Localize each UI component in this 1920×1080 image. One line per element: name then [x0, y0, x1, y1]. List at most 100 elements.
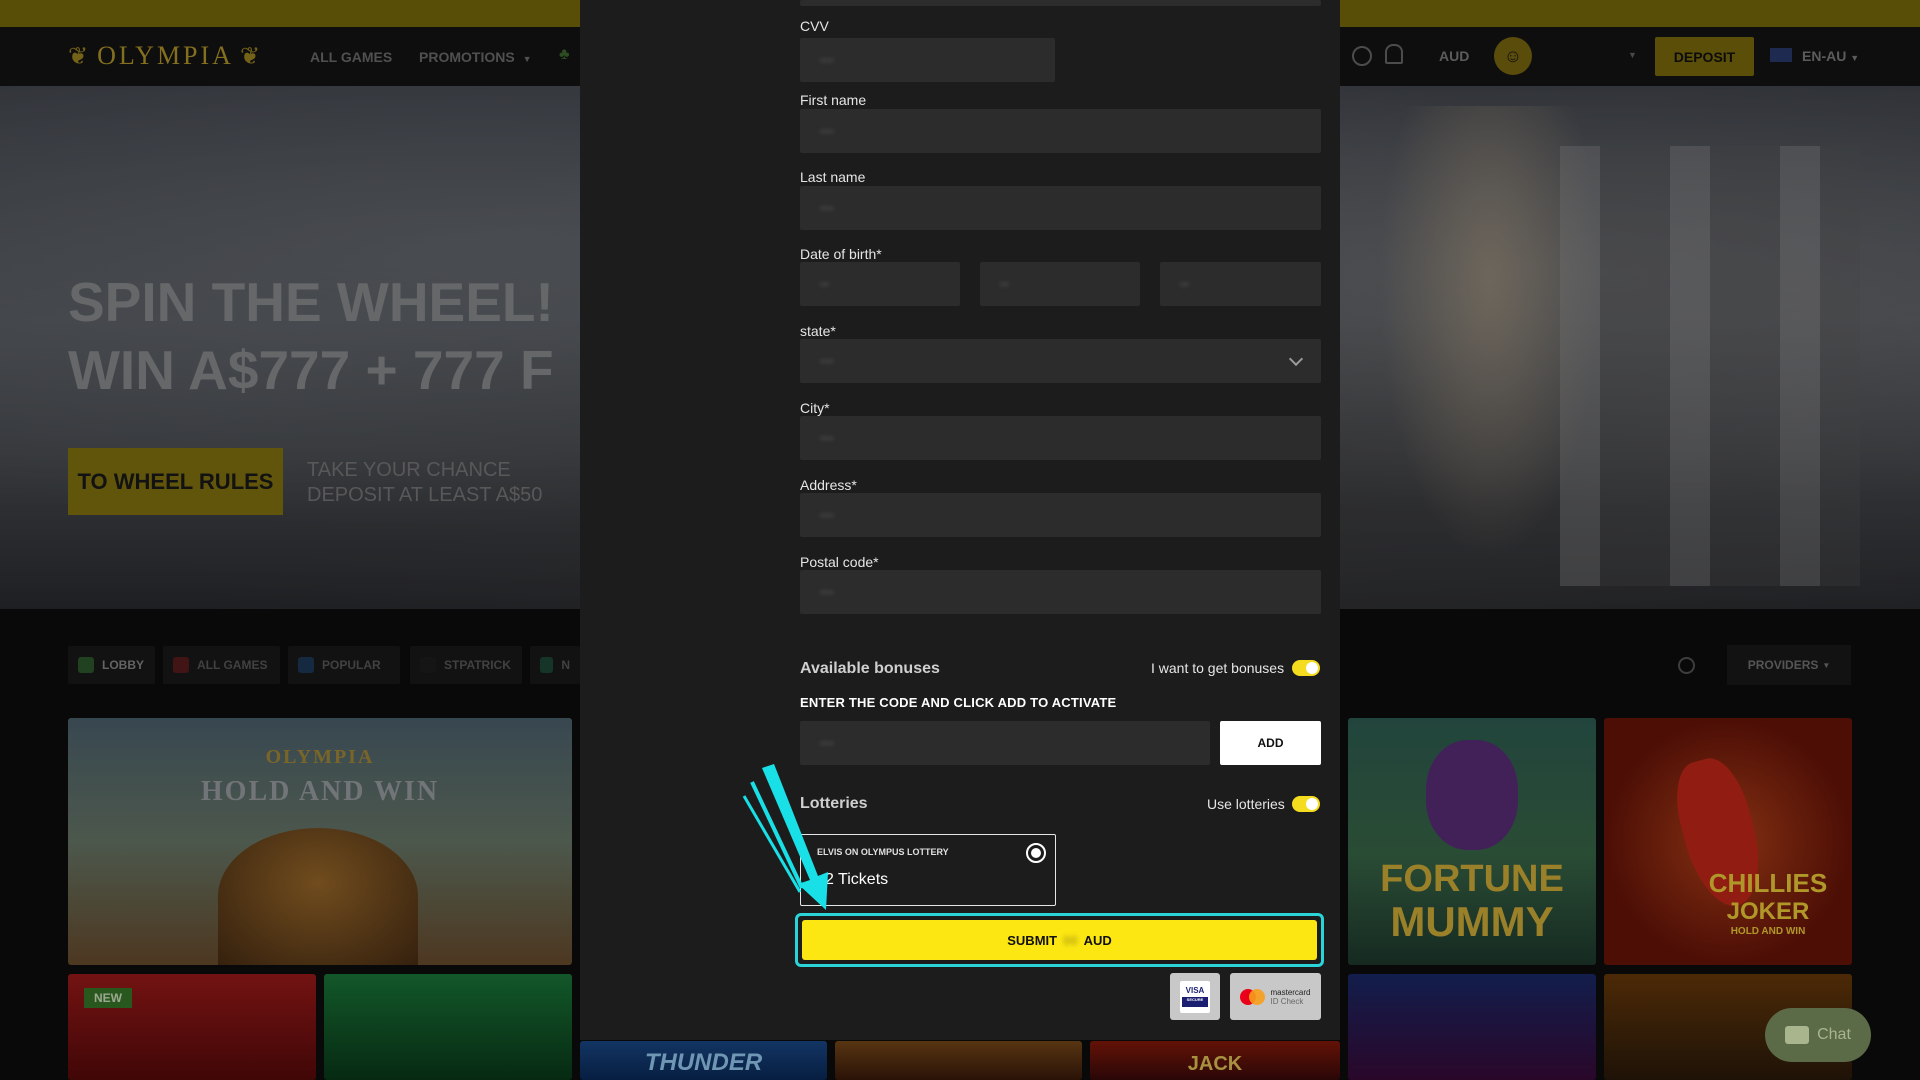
site-logo[interactable]: ❦ OLYMPIA ❦ — [68, 36, 263, 76]
last-name-value: ••• — [820, 200, 834, 216]
dob-month-value: •• — [1000, 276, 1010, 292]
mastercard-id-check-logo: mastercard ID Check — [1230, 973, 1321, 1020]
chevron-down-icon: ▼ — [1822, 660, 1831, 670]
tile-title-line2: JOKER — [1726, 898, 1810, 925]
bonuses-toggle[interactable] — [1292, 660, 1320, 676]
mastercard-line1: mastercard — [1270, 987, 1311, 997]
first-name-value: ••• — [820, 123, 834, 139]
state-select[interactable]: ••• — [800, 339, 1321, 383]
game-tile-jack[interactable]: JACK — [1090, 1041, 1340, 1080]
game-search-icon[interactable] — [1678, 657, 1695, 674]
last-name-input[interactable]: ••• — [800, 186, 1321, 230]
mummy-image — [1426, 740, 1518, 850]
chevron-down-icon: ▼ — [1850, 53, 1860, 63]
dob-day-input[interactable]: •• — [800, 262, 960, 306]
balance-dropdown-chevron-icon[interactable]: ▼ — [1628, 50, 1637, 60]
add-bonus-button[interactable]: ADD — [1220, 721, 1321, 765]
address-value: ••• — [820, 507, 834, 523]
user-icon: ☺ — [1503, 45, 1523, 66]
hero-subtitle: TAKE YOUR CHANCE DEPOSIT AT LEAST A$50 — [307, 458, 542, 508]
user-avatar[interactable]: ☺ — [1494, 37, 1532, 75]
cvv-input[interactable]: ••• — [800, 38, 1055, 82]
header-deposit-button[interactable]: DEPOSIT — [1655, 37, 1754, 76]
category-new[interactable]: N — [530, 646, 580, 684]
lotteries-toggle[interactable] — [1292, 796, 1320, 812]
hero-title-line1: SPIN THE WHEEL! — [68, 271, 554, 333]
bell-icon[interactable] — [1385, 44, 1403, 64]
cvv-placeholder: ••• — [820, 52, 834, 68]
game-tile-chef[interactable] — [835, 1041, 1082, 1080]
category-label: ALL GAMES — [197, 658, 268, 672]
game-tile-fortune-mummy[interactable]: FORTUNE MUMMY — [1348, 718, 1596, 965]
logo-text: OLYMPIA — [97, 41, 234, 70]
submit-highlight-frame: SUBMIT 00 AUD — [795, 913, 1324, 967]
australia-flag-icon — [1770, 48, 1792, 62]
game-tile-thunder[interactable]: THUNDER — [580, 1041, 827, 1080]
currency-label[interactable]: AUD — [1439, 48, 1469, 64]
bonuses-toggle-label: I want to get bonuses — [1151, 660, 1285, 676]
postal-code-value: ••• — [820, 584, 834, 600]
visa-secure-logo: VISA SECURE — [1170, 973, 1220, 1020]
submit-button[interactable]: SUBMIT 00 AUD — [802, 920, 1317, 960]
category-label: POPULAR — [322, 658, 381, 672]
submit-currency: AUD — [1083, 932, 1112, 948]
category-all-games[interactable]: ALL GAMES — [163, 646, 280, 684]
chevron-down-icon — [1288, 351, 1304, 367]
cyan-pointer-arrow-icon — [742, 764, 828, 910]
mastercard-text: mastercard ID Check — [1270, 988, 1310, 1006]
wheel-rules-button[interactable]: TO WHEEL RULES — [68, 448, 283, 515]
game-tile-crown[interactable] — [1348, 974, 1596, 1080]
submit-label: SUBMIT — [1007, 932, 1058, 948]
hero-sub-line2: DEPOSIT AT LEAST A$50 — [307, 484, 543, 506]
visa-icon: VISA SECURE — [1180, 980, 1210, 1013]
address-input[interactable]: ••• — [800, 493, 1321, 537]
dob-year-input[interactable]: •• — [1160, 262, 1321, 306]
tile-title: THUNDER — [644, 1049, 763, 1076]
postal-code-label: Postal code* — [800, 554, 879, 570]
lottery-radio-selected[interactable] — [1026, 843, 1046, 863]
first-name-label: First name — [800, 92, 867, 108]
chat-label: Chat — [1817, 1026, 1851, 1043]
all-games-icon — [173, 657, 189, 673]
dob-year-value: •• — [1180, 276, 1190, 292]
chat-button[interactable]: Chat — [1765, 1008, 1871, 1062]
category-popular[interactable]: POPULAR — [288, 646, 400, 684]
game-tile-hold-and-win[interactable]: OLYMPIA HOLD AND WIN — [68, 718, 572, 965]
cvv-label: CVV — [800, 18, 829, 34]
language-label: EN-AU — [1802, 48, 1847, 64]
hero-title: SPIN THE WHEEL! WIN A$777 + 777 F — [68, 268, 554, 404]
tile-title: JACK — [1187, 1053, 1243, 1075]
nav-promotions-label: PROMOTIONS — [419, 49, 515, 65]
hero-title-line2: WIN A$777 + 777 F — [68, 339, 554, 401]
city-value: ••• — [820, 430, 834, 446]
state-label: state* — [800, 323, 836, 339]
game-tile-skull[interactable] — [324, 974, 572, 1080]
category-label: LOBBY — [102, 658, 144, 672]
nav-promotions[interactable]: PROMOTIONS ▼ — [419, 49, 531, 65]
providers-label: PROVIDERS — [1747, 658, 1819, 672]
tile-title-line1: CHILLIES — [1708, 868, 1828, 898]
bonus-code-input[interactable]: ••• — [800, 721, 1210, 765]
city-label: City* — [800, 400, 830, 416]
temple-columns-image — [1560, 146, 1860, 586]
category-stpatrick[interactable]: STPATRICK — [410, 646, 522, 684]
nav-all-games[interactable]: ALL GAMES — [310, 49, 392, 65]
card-number-input[interactable] — [800, 0, 1321, 6]
available-bonuses-title: Available bonuses — [800, 660, 940, 677]
dob-label: Date of birth* — [800, 246, 882, 262]
game-tile-jester[interactable]: NEW — [68, 974, 316, 1080]
search-icon[interactable] — [1352, 46, 1372, 66]
providers-dropdown[interactable]: PROVIDERS ▼ — [1727, 645, 1851, 685]
dob-month-input[interactable]: •• — [980, 262, 1140, 306]
game-tile-chillies-joker[interactable]: CHILLIES JOKER HOLD AND WIN — [1604, 718, 1852, 965]
first-name-input[interactable]: ••• — [800, 109, 1321, 153]
postal-code-input[interactable]: ••• — [800, 570, 1321, 614]
tile-title-line2: MUMMY — [1390, 898, 1554, 945]
tile-title: HOLD AND WIN — [200, 776, 440, 807]
laurel-right-icon: ❦ — [239, 43, 264, 70]
tile-title-line1: FORTUNE — [1380, 858, 1564, 900]
city-input[interactable]: ••• — [800, 416, 1321, 460]
category-lobby[interactable]: LOBBY — [68, 646, 155, 684]
popular-icon — [298, 657, 314, 673]
language-selector[interactable]: EN-AU ▼ — [1802, 48, 1859, 64]
